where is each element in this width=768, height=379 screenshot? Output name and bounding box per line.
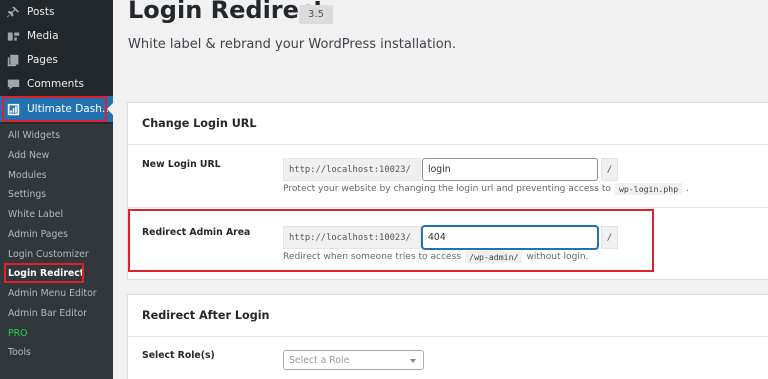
redirect-admin-highlight: [128, 209, 654, 272]
row-divider: [127, 207, 768, 208]
submenu-item-all-widgets[interactable]: All Widgets: [8, 130, 60, 141]
chevron-down-icon: [410, 359, 416, 363]
panel-header: Redirect After Login: [128, 295, 768, 337]
submenu-item-admin-menu-editor[interactable]: Admin Menu Editor: [8, 288, 97, 299]
panel-title: Change Login URL: [142, 117, 257, 130]
panel-header: Change Login URL: [128, 103, 768, 145]
role-select-placeholder: Select a Role: [289, 354, 350, 366]
select-roles-label: Select Role(s): [142, 350, 215, 361]
sidebar-item-comments[interactable]: Comments: [0, 72, 113, 96]
sidebar-item-label: Pages: [27, 54, 58, 66]
new-login-url-description: Protect your website by changing the log…: [283, 183, 690, 195]
submenu-item-white-label[interactable]: White Label: [8, 209, 63, 220]
page-title: Login Redirect: [128, 0, 325, 24]
active-menu-highlight: [2, 96, 107, 122]
submenu-item-admin-bar-editor[interactable]: Admin Bar Editor: [8, 308, 87, 319]
sidebar-item-media[interactable]: Media: [0, 24, 113, 48]
submenu-item-tools[interactable]: Tools: [8, 347, 31, 358]
version-badge: 3.5: [299, 5, 333, 24]
new-login-url-suffix: /: [601, 158, 618, 181]
current-submenu-highlight: [4, 263, 84, 283]
new-login-url-input[interactable]: login: [422, 158, 598, 181]
sidebar-item-label: Posts: [27, 6, 55, 18]
sidebar-item-posts[interactable]: Posts: [0, 0, 113, 24]
media-icon: [6, 29, 20, 43]
panel-title: Redirect After Login: [142, 309, 270, 322]
submenu-item-add-new[interactable]: Add New: [8, 150, 49, 161]
sidebar-item-label: Comments: [27, 78, 84, 90]
new-login-url-prefix: http://localhost:10023/: [283, 158, 421, 181]
submenu-item-pro[interactable]: PRO: [8, 328, 27, 339]
pin-icon: [6, 5, 20, 19]
code-snippet: wp-login.php: [614, 183, 683, 195]
pages-icon: [6, 53, 20, 67]
sidebar-item-pages[interactable]: Pages: [0, 48, 113, 72]
sidebar-item-label: Media: [27, 30, 59, 42]
comments-icon: [6, 77, 20, 91]
submenu-item-login-customizer[interactable]: Login Customizer: [8, 249, 89, 260]
active-menu-arrow: [107, 102, 114, 116]
submenu-item-admin-pages[interactable]: Admin Pages: [8, 229, 68, 240]
redirect-after-login-panel: Redirect After Login: [127, 294, 768, 379]
submenu-item-modules[interactable]: Modules: [8, 170, 47, 181]
page-subtitle: White label & rebrand your WordPress ins…: [128, 37, 457, 52]
new-login-url-label: New Login URL: [142, 159, 221, 170]
submenu-item-settings[interactable]: Settings: [8, 189, 46, 200]
role-select[interactable]: Select a Role: [283, 350, 424, 370]
